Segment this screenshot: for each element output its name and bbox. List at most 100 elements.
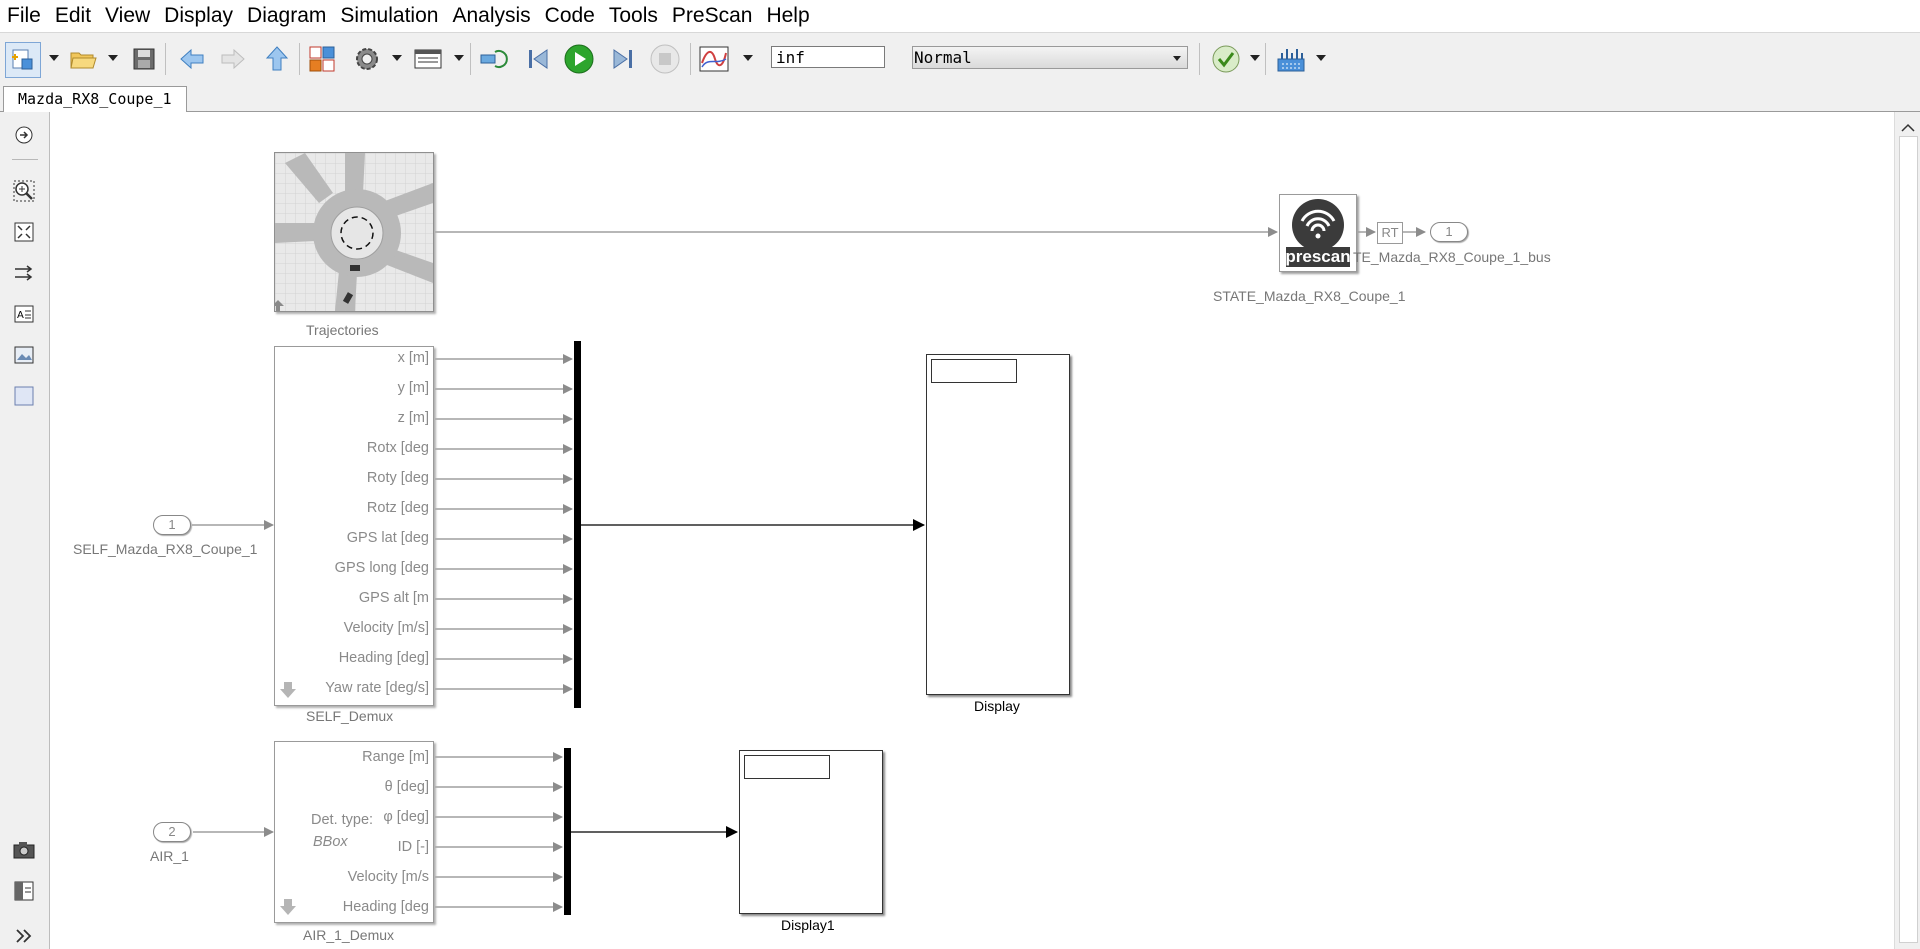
chevron-down-icon	[1173, 56, 1181, 61]
prescan-state-label: STATE_Mazda_RX8_Coupe_1	[1213, 288, 1406, 304]
inport-1-label: SELF_Mazda_RX8_Coupe_1	[73, 541, 258, 557]
simulation-mode-select[interactable]: Normal	[912, 46, 1188, 69]
up-icon[interactable]	[260, 42, 294, 76]
port-label: Velocity [m/s	[347, 869, 429, 885]
scope-icon[interactable]	[697, 42, 731, 76]
display1-block[interactable]	[739, 750, 883, 914]
stop-time-input[interactable]: inf	[771, 46, 885, 68]
menu-bar: File Edit View Display Diagram Simulatio…	[0, 0, 1920, 32]
det-type-label: Det. type:	[311, 812, 374, 828]
menu-view[interactable]: View	[98, 0, 157, 32]
new-model-dropdown[interactable]	[49, 55, 59, 61]
port-label: θ [deg]	[384, 779, 429, 795]
left-palette: A	[0, 112, 50, 949]
save-icon[interactable]	[127, 42, 161, 76]
simulation-mode-value: Normal	[914, 48, 972, 67]
model-settings-dropdown[interactable]	[392, 55, 402, 61]
port-label: Velocity [m/s]	[343, 620, 429, 636]
menu-help[interactable]: Help	[759, 0, 816, 32]
port-label: GPS long [deg	[334, 560, 429, 576]
display1-label: Display1	[781, 917, 835, 933]
air-mux-bar[interactable]	[564, 748, 571, 915]
scope-dropdown[interactable]	[743, 55, 753, 61]
menu-display[interactable]: Display	[157, 0, 240, 32]
menu-analysis[interactable]: Analysis	[445, 0, 537, 32]
display-value-box	[931, 359, 1017, 383]
toolbar-separator	[690, 43, 691, 75]
open-icon[interactable]	[66, 42, 100, 76]
trajectories-block[interactable]	[274, 152, 434, 312]
fit-to-view-icon[interactable]	[11, 219, 37, 245]
forward-icon[interactable]	[216, 42, 250, 76]
menu-edit[interactable]: Edit	[48, 0, 98, 32]
palette-separator	[12, 159, 38, 160]
diagram-canvas[interactable]: Trajectories prescan STATE_Mazda_RX8_Cou…	[50, 112, 1894, 949]
open-dropdown[interactable]	[108, 55, 118, 61]
model-explorer-dropdown[interactable]	[454, 55, 464, 61]
air-demux-block[interactable]: Det. type: BBox Range [m] θ [deg] φ [deg] I…	[274, 741, 434, 923]
tab-model[interactable]: Mazda_RX8_Coupe_1	[3, 86, 187, 112]
port-label: Rotz [deg	[366, 500, 429, 516]
prescan-state-block[interactable]: prescan	[1279, 194, 1357, 272]
hide-show-explorer-icon[interactable]	[11, 122, 37, 148]
display-label: Display	[974, 698, 1020, 714]
self-demux-label: SELF_Demux	[306, 708, 394, 724]
toolbar-separator	[165, 43, 166, 75]
annotation-icon[interactable]: A	[11, 301, 37, 327]
expand-palette-icon[interactable]	[11, 923, 37, 949]
build-icon[interactable]	[1274, 42, 1308, 76]
scroll-up-icon[interactable]	[1895, 118, 1920, 138]
display1-value-box	[744, 755, 830, 779]
display-block[interactable]	[926, 354, 1070, 695]
library-browser-icon[interactable]	[305, 42, 339, 76]
menu-simulation[interactable]: Simulation	[333, 0, 445, 32]
arrow-down-icon	[280, 682, 296, 698]
inport-2-label: AIR_1	[150, 848, 189, 864]
port-label: Heading [deg]	[338, 650, 429, 666]
rate-transition-block[interactable]: RT	[1377, 222, 1403, 244]
step-forward-icon[interactable]	[605, 42, 639, 76]
camera-icon[interactable]	[11, 837, 37, 863]
toolbar-separator	[299, 43, 300, 75]
stop-icon[interactable]	[648, 42, 682, 76]
menu-file[interactable]: File	[0, 0, 48, 32]
back-icon[interactable]	[175, 42, 209, 76]
menu-prescan[interactable]: PreScan	[665, 0, 760, 32]
update-diagram-icon[interactable]	[477, 42, 511, 76]
outport-1[interactable]: 1	[1430, 222, 1468, 242]
arrow-down-icon	[280, 899, 296, 915]
port-label: Yaw rate [deg/s]	[325, 680, 429, 696]
menu-diagram[interactable]: Diagram	[240, 0, 333, 32]
toolbar-separator	[1199, 43, 1200, 75]
port-label: Rotx [deg	[366, 440, 429, 456]
roundabout-icon	[275, 153, 433, 311]
run-icon[interactable]	[562, 42, 596, 76]
scrollbar-thumb[interactable]	[1899, 136, 1918, 943]
port-label: ID [-]	[397, 839, 429, 855]
build-dropdown[interactable]	[1316, 55, 1326, 61]
check-dropdown[interactable]	[1250, 55, 1260, 61]
model-explorer-icon[interactable]	[411, 42, 445, 76]
zoom-icon[interactable]	[11, 178, 37, 204]
det-type-value: BBox	[313, 834, 348, 850]
self-mux-bar[interactable]	[574, 341, 581, 708]
inport-2[interactable]: 2	[153, 822, 191, 842]
new-model-icon[interactable]	[5, 42, 41, 78]
prescan-logo-text: prescan	[1285, 247, 1351, 266]
model-browser-icon[interactable]	[11, 878, 37, 904]
check-icon[interactable]	[1209, 42, 1243, 76]
image-icon[interactable]	[11, 342, 37, 368]
step-back-icon[interactable]	[522, 42, 556, 76]
menu-code[interactable]: Code	[538, 0, 602, 32]
arrange-signals-icon[interactable]	[11, 260, 37, 286]
toolbar: inf Normal	[0, 32, 1920, 85]
model-settings-icon[interactable]	[350, 42, 384, 76]
vertical-scrollbar[interactable]	[1894, 112, 1920, 949]
menu-tools[interactable]: Tools	[602, 0, 665, 32]
model-tab-strip: Mazda_RX8_Coupe_1	[0, 84, 1920, 112]
area-icon[interactable]	[11, 383, 37, 409]
state-bus-label: TE_Mazda_RX8_Coupe_1_bus	[1353, 249, 1551, 265]
trajectories-label: Trajectories	[306, 322, 379, 338]
inport-1[interactable]: 1	[153, 515, 191, 535]
self-demux-block[interactable]: x [m] y [m] z [m] Rotx [deg Roty [deg Rotz [d…	[274, 346, 434, 706]
